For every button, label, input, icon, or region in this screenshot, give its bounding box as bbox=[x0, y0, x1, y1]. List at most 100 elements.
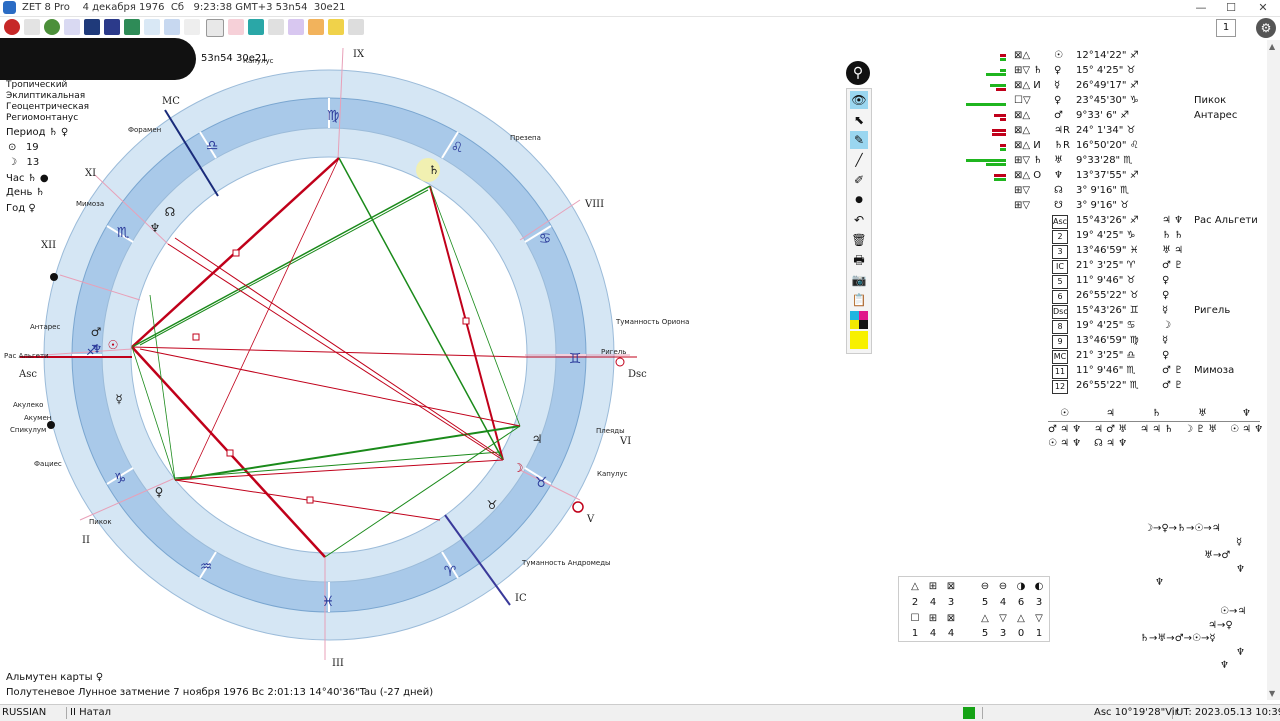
chart-icon[interactable] bbox=[84, 19, 100, 35]
scroll-up-icon[interactable]: ▲ bbox=[1269, 42, 1275, 51]
red-circle-marker bbox=[572, 501, 584, 513]
stop-icon[interactable] bbox=[4, 19, 20, 35]
current-color[interactable] bbox=[850, 331, 868, 349]
close-button[interactable]: ✕ bbox=[1248, 0, 1278, 16]
page-selector[interactable]: 1 bbox=[1216, 19, 1236, 37]
rulers-table: ☉ ♃ ♄ ♅ ♆ ♂ ♃ ♆ ♃ ♂ ♅ ♃ ♃ ♄ ☽ ♇ ♅ ☉ ♃ ♆ … bbox=[1048, 408, 1264, 449]
label-tool-icon[interactable]: ✎ bbox=[850, 131, 868, 149]
almuten-label: Альмутен карты ♀ bbox=[6, 672, 104, 683]
table-icon[interactable] bbox=[124, 19, 140, 35]
star-label: Мимоза bbox=[76, 200, 104, 208]
star-label: Ригель bbox=[601, 348, 626, 356]
star-label: Антарес bbox=[30, 323, 60, 331]
aspects-icon[interactable] bbox=[144, 19, 160, 35]
house-row: 2 19° 4'25" ♑ ♄ ♄ bbox=[1052, 230, 1272, 245]
house-MC: MC bbox=[162, 96, 180, 107]
planet-row: ⊠△ ♃R 24° 1'34" ♉ bbox=[966, 125, 1266, 140]
house-row: 5 11° 9'46" ♉ ♀ bbox=[1052, 275, 1272, 290]
sign-taurus: ♉ bbox=[535, 475, 548, 491]
aspect-counts: △ ⊞ ⊠ ⊖ ⊖ ◑ ◐ 2 4 3 5 4 6 3 ☐ ⊞ ⊠ △ ▽ △ … bbox=[898, 576, 1050, 642]
relations-icon[interactable] bbox=[228, 19, 244, 35]
star-label: Рас Альгети bbox=[4, 352, 49, 360]
star-label: Плеяды bbox=[596, 427, 625, 435]
eraser-icon[interactable]: ✐ bbox=[850, 171, 868, 189]
directions-icon[interactable] bbox=[268, 19, 284, 35]
planet-neptune: ♆ bbox=[150, 221, 161, 235]
house-III: III bbox=[332, 658, 344, 669]
eclipse-info: Полутеневое Лунное затмение 7 ноября 197… bbox=[6, 687, 434, 698]
status-bar: RUSSIAN II Натал Asc 10°19'28"Vir UT: 20… bbox=[0, 704, 1280, 721]
print-icon[interactable]: 🖶 bbox=[850, 251, 868, 269]
grid-icon[interactable] bbox=[24, 19, 40, 35]
house-XII: XII bbox=[41, 240, 56, 251]
color-cyan[interactable] bbox=[850, 311, 859, 320]
house-XI: XI bbox=[85, 168, 96, 179]
planet-sun: ☉ bbox=[108, 338, 119, 352]
harmonics-icon[interactable] bbox=[288, 19, 304, 35]
trine-box-icon: ⊠ bbox=[946, 581, 956, 592]
eye-icon[interactable]: 👁 bbox=[850, 91, 868, 109]
natal-wheel[interactable]: ♍ ♎ ♏ ♐ ♑ ♒ ♓ ♈ ♉ ♊ ♋ ♌ ♄ ☊ ♆ ♂ ♆ ☉ ☿ ♀ … bbox=[0, 40, 700, 680]
info-icon[interactable] bbox=[348, 19, 364, 35]
planet-north-node: ☊ bbox=[165, 205, 176, 219]
ephemeris-icon[interactable] bbox=[184, 19, 200, 35]
planet-row: ⊠△ И ☿ 26°49'17" ♐ bbox=[966, 80, 1266, 95]
dot-tool-icon[interactable]: ● bbox=[850, 191, 868, 209]
planet-row: ⊠△ О ♆ 13°37'55" ♐ bbox=[966, 170, 1266, 185]
star-label: Акулеко bbox=[13, 401, 43, 409]
calendar-icon[interactable] bbox=[164, 19, 180, 35]
clipboard-icon[interactable]: 📋 bbox=[850, 291, 868, 309]
minimize-button[interactable]: — bbox=[1186, 0, 1216, 16]
sign-leo: ♌ bbox=[451, 140, 464, 156]
sign-pisces: ♓ bbox=[322, 594, 335, 610]
chart-mode-status[interactable]: II Натал bbox=[70, 707, 111, 718]
tools-icon[interactable] bbox=[308, 19, 324, 35]
planet-row: ⊠△ И ♄R 16°50'20" ♌ bbox=[966, 140, 1266, 155]
house-Dsc: Dsc bbox=[628, 369, 647, 380]
circle-split-icon: ◑ bbox=[1016, 581, 1026, 592]
house-row: IC 21° 3'25" ♈ ♂ ♇ bbox=[1052, 260, 1272, 275]
globe-icon[interactable] bbox=[44, 19, 60, 35]
triangle-down-icon: ▽ bbox=[1035, 613, 1043, 624]
maximize-button[interactable]: ☐ bbox=[1216, 0, 1246, 16]
planet-mars: ♂ bbox=[91, 325, 102, 339]
black-dot-marker bbox=[50, 273, 58, 281]
scroll-down-icon[interactable]: ▼ bbox=[1269, 689, 1275, 698]
transit-icon[interactable] bbox=[104, 19, 120, 35]
progress-icon[interactable] bbox=[248, 19, 264, 35]
planet-jupiter-glyph: ♆ bbox=[92, 342, 103, 356]
color-magenta[interactable] bbox=[859, 311, 868, 320]
color-yellow[interactable] bbox=[850, 320, 859, 329]
house-row: MC 21° 3'25" ♎ ♀ bbox=[1052, 350, 1272, 365]
triangle-icon: △ bbox=[1017, 613, 1025, 624]
color-black[interactable] bbox=[859, 320, 868, 329]
star-label: Спикулум bbox=[10, 426, 46, 434]
wheel-icon[interactable] bbox=[64, 19, 80, 35]
sign-aquarius: ♒ bbox=[200, 559, 213, 575]
sign-capricorn: ♑ bbox=[114, 471, 127, 487]
pin-icon[interactable]: ⚲ bbox=[846, 61, 870, 85]
planet-mercury: ☿ bbox=[115, 392, 122, 406]
house-row: 9 13°46'59" ♍ ☿ bbox=[1052, 335, 1272, 350]
cursor-icon[interactable]: ⬉ bbox=[850, 111, 868, 129]
sign-scorpio: ♏ bbox=[117, 225, 130, 241]
house-row: 11 11° 9'46" ♏ ♂ ♇ Мимоза bbox=[1052, 365, 1272, 380]
star-label: Туманность Ориона bbox=[615, 318, 689, 326]
scale-icon[interactable] bbox=[328, 19, 344, 35]
window-icon[interactable] bbox=[206, 19, 224, 37]
trash-icon[interactable]: 🗑 bbox=[850, 231, 868, 249]
red-circle-marker bbox=[615, 357, 625, 367]
line-tool-icon[interactable]: ╱ bbox=[850, 151, 868, 169]
undo-icon[interactable]: ↶ bbox=[850, 211, 868, 229]
sign-virgo: ♍ bbox=[327, 108, 340, 124]
toolbar: 1 ⚙ bbox=[0, 17, 1280, 39]
settings-icon[interactable]: ⚙ bbox=[1256, 18, 1276, 38]
grid-square-icon: ⊞ bbox=[928, 581, 938, 592]
circle-bar-icon: ◐ bbox=[1034, 581, 1044, 592]
house-row: Asc 15°43'26" ♐ ♃ ♆ Рас Альгети bbox=[1052, 215, 1272, 230]
ut-status: UT: 2023.05.13 10:39:30 bbox=[1176, 707, 1280, 718]
circle-half-icon: ⊖ bbox=[980, 581, 990, 592]
sign-gemini: ♊ bbox=[569, 351, 582, 367]
camera-icon[interactable]: 📷 bbox=[850, 271, 868, 289]
black-dot-marker bbox=[47, 421, 55, 429]
